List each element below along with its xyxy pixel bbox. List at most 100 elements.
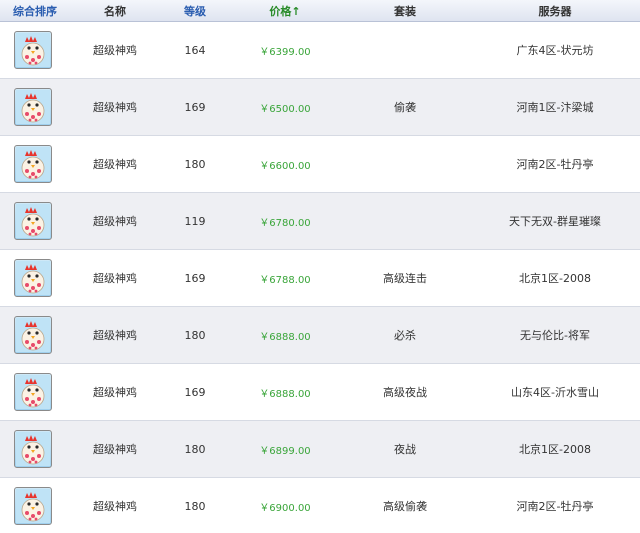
pet-name[interactable]: 超级神鸡 [93,101,137,114]
pet-server: 北京1区-2008 [519,443,591,456]
suit-cell: 夜战 [340,441,470,457]
level-cell: 164 [160,44,230,57]
pet-server: 广东4区-状元坊 [516,44,594,57]
server-cell: 山东4区-沂水雪山 [470,384,640,400]
pet-level: 119 [184,214,206,228]
level-cell: 180 [160,158,230,171]
level-header[interactable]: 等级 [160,3,230,19]
price-cell: ￥6900.00 [230,499,340,514]
table-row[interactable]: 超级神鸡 169 ￥6500.00 偷袭 河南1区-汴梁城 [0,79,640,136]
pet-level: 180 [184,499,206,513]
table-header: 综合排序 名称 等级 价格↑ 套装 服务器 [0,0,640,22]
level-cell: 169 [160,386,230,399]
icon-cell [0,430,70,468]
pet-name[interactable]: 超级神鸡 [93,386,137,399]
pet-server: 山东4区-沂水雪山 [511,386,599,399]
chicken-pet-icon[interactable] [14,316,52,354]
icon-cell [0,487,70,525]
pet-name[interactable]: 超级神鸡 [93,500,137,513]
suit-cell: 高级连击 [340,270,470,286]
pet-name[interactable]: 超级神鸡 [93,158,137,171]
table-row[interactable]: 超级神鸡 180 ￥6600.00 河南2区-牡丹亭 [0,136,640,193]
price-cell: ￥6888.00 [230,328,340,343]
pet-level: 180 [184,157,206,171]
server-header: 服务器 [538,4,572,18]
server-cell: 北京1区-2008 [470,441,640,457]
pet-level: 180 [184,328,206,342]
table-row[interactable]: 超级神鸡 169 ￥6788.00 高级连击 北京1区-2008 [0,250,640,307]
suit-header: 套装 [394,4,416,18]
pet-price: ￥6888.00 [259,331,311,343]
pet-server: 河南2区-牡丹亭 [516,158,594,171]
pet-name[interactable]: 超级神鸡 [93,272,137,285]
sort-overall-header[interactable]: 综合排序 [0,3,70,19]
pet-suit: 高级夜战 [383,386,427,399]
pet-name[interactable]: 超级神鸡 [93,329,137,342]
pet-name[interactable]: 超级神鸡 [93,443,137,456]
server-cell: 河南2区-牡丹亭 [470,156,640,172]
pet-suit: 偷袭 [394,101,416,114]
server-cell: 北京1区-2008 [470,270,640,286]
chicken-pet-icon[interactable] [14,430,52,468]
chicken-pet-icon[interactable] [14,259,52,297]
price-cell: ￥6888.00 [230,385,340,400]
price-header[interactable]: 价格↑ [230,3,340,19]
pet-name[interactable]: 超级神鸡 [93,44,137,57]
price-cell: ￥6600.00 [230,157,340,172]
pet-server: 河南1区-汴梁城 [516,101,594,114]
price-cell: ￥6780.00 [230,214,340,229]
pet-server: 河南2区-牡丹亭 [516,500,594,513]
pet-price: ￥6600.00 [259,160,311,172]
pet-price: ￥6900.00 [259,502,311,514]
price-cell: ￥6399.00 [230,43,340,58]
price-cell: ￥6788.00 [230,271,340,286]
icon-cell [0,145,70,183]
pet-suit: 高级连击 [383,272,427,285]
price-cell: ￥6500.00 [230,100,340,115]
pet-price: ￥6788.00 [259,274,311,286]
pet-server: 北京1区-2008 [519,272,591,285]
name-cell: 超级神鸡 [70,213,160,229]
table-row[interactable]: 超级神鸡 119 ￥6780.00 天下无双-群星璀璨 [0,193,640,250]
suit-cell: 高级夜战 [340,384,470,400]
server-cell: 河南1区-汴梁城 [470,99,640,115]
table-row[interactable]: 超级神鸡 180 ￥6900.00 高级偷袭 河南2区-牡丹亭 [0,478,640,533]
pet-price: ￥6500.00 [259,103,311,115]
suit-cell: 必杀 [340,327,470,343]
pet-name[interactable]: 超级神鸡 [93,215,137,228]
chicken-pet-icon[interactable] [14,487,52,525]
chicken-pet-icon[interactable] [14,31,52,69]
chicken-pet-icon[interactable] [14,145,52,183]
server-cell: 天下无双-群星璀璨 [470,213,640,229]
pet-price: ￥6780.00 [259,217,311,229]
icon-cell [0,259,70,297]
suit-cell: 高级偷袭 [340,498,470,514]
name-cell: 超级神鸡 [70,327,160,343]
pet-price: ￥6399.00 [259,46,311,58]
pet-level: 180 [184,442,206,456]
pet-level: 169 [184,100,206,114]
table-row[interactable]: 超级神鸡 169 ￥6888.00 高级夜战 山东4区-沂水雪山 [0,364,640,421]
pet-price: ￥6899.00 [259,445,311,457]
name-cell: 超级神鸡 [70,270,160,286]
chicken-pet-icon[interactable] [14,202,52,240]
pet-price: ￥6888.00 [259,388,311,400]
name-cell: 超级神鸡 [70,498,160,514]
table-row[interactable]: 超级神鸡 164 ￥6399.00 广东4区-状元坊 [0,22,640,79]
chicken-pet-icon[interactable] [14,88,52,126]
pet-level: 169 [184,271,206,285]
pet-server: 无与伦比-将军 [520,329,590,342]
chicken-pet-icon[interactable] [14,373,52,411]
server-cell: 广东4区-状元坊 [470,42,640,58]
suit-cell: 偷袭 [340,99,470,115]
pet-suit: 必杀 [394,329,416,342]
price-cell: ￥6899.00 [230,442,340,457]
server-cell: 无与伦比-将军 [470,327,640,343]
pet-suit: 夜战 [394,443,416,456]
level-cell: 180 [160,329,230,342]
pet-level: 169 [184,385,206,399]
pet-level: 164 [184,43,206,57]
table-row[interactable]: 超级神鸡 180 ￥6888.00 必杀 无与伦比-将军 [0,307,640,364]
table-row[interactable]: 超级神鸡 180 ￥6899.00 夜战 北京1区-2008 [0,421,640,478]
icon-cell [0,316,70,354]
